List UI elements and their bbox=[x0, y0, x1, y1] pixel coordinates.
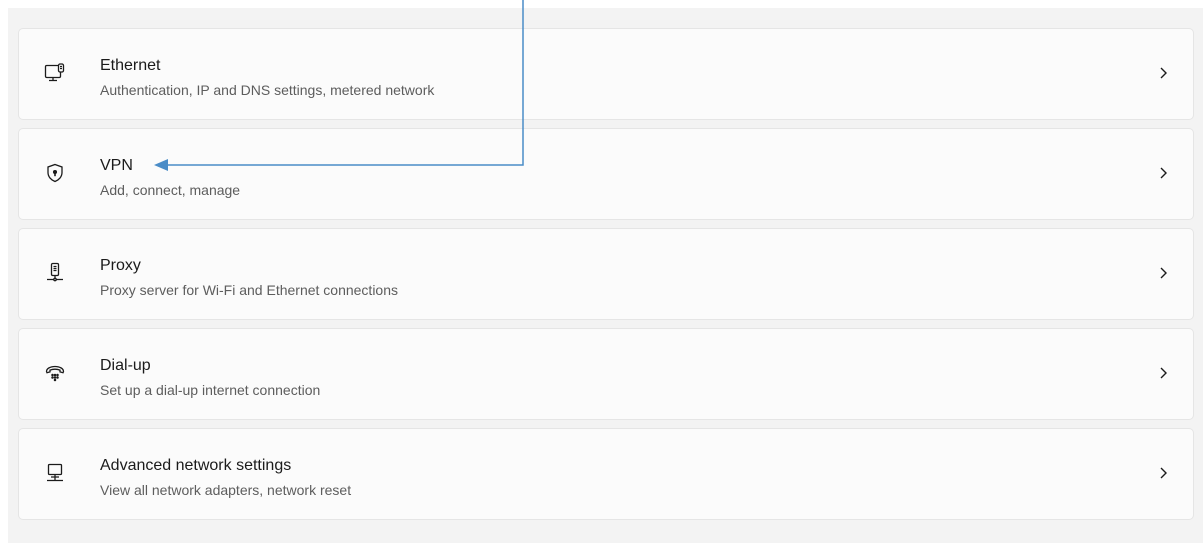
advanced-network-icon bbox=[43, 461, 67, 485]
ethernet-subtitle: Authentication, IP and DNS settings, met… bbox=[100, 82, 435, 98]
proxy-title: Proxy bbox=[100, 257, 141, 274]
chevron-right-icon bbox=[1155, 65, 1171, 81]
dial-up-setting-card[interactable]: Dial-up Set up a dial-up internet connec… bbox=[18, 328, 1194, 420]
proxy-icon bbox=[43, 261, 67, 285]
chevron-right-icon bbox=[1155, 365, 1171, 381]
ethernet-title: Ethernet bbox=[100, 57, 161, 74]
advanced-network-settings-subtitle: View all network adapters, network reset bbox=[100, 482, 352, 498]
advanced-network-settings-title: Advanced network settings bbox=[100, 457, 292, 474]
chevron-right-icon bbox=[1155, 465, 1171, 481]
chevron-right-icon bbox=[1155, 165, 1171, 181]
dial-up-title: Dial-up bbox=[100, 357, 151, 374]
chevron-right-icon bbox=[1155, 265, 1171, 281]
vpn-setting-card[interactable]: VPN Add, connect, manage bbox=[18, 128, 1194, 220]
dial-up-phone-icon bbox=[43, 361, 67, 385]
advanced-network-settings-card[interactable]: Advanced network settings View all netwo… bbox=[18, 428, 1194, 520]
vpn-shield-icon bbox=[43, 161, 67, 185]
proxy-setting-card[interactable]: Proxy Proxy server for Wi-Fi and Etherne… bbox=[18, 228, 1194, 320]
proxy-subtitle: Proxy server for Wi-Fi and Ethernet conn… bbox=[100, 282, 399, 298]
dial-up-subtitle: Set up a dial-up internet connection bbox=[100, 382, 321, 398]
vpn-title: VPN bbox=[100, 157, 133, 174]
ethernet-setting-card[interactable]: Ethernet Authentication, IP and DNS sett… bbox=[18, 28, 1194, 120]
ethernet-icon bbox=[43, 61, 67, 85]
vpn-subtitle: Add, connect, manage bbox=[100, 182, 241, 198]
